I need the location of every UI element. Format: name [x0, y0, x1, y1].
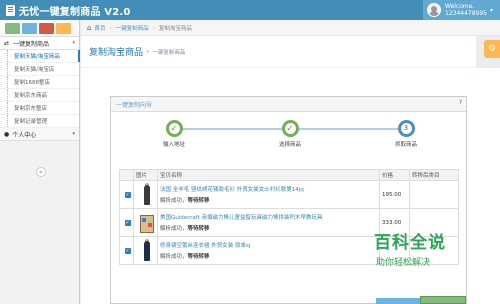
document-icon [6, 5, 15, 16]
sidebar-group-label: 个人中心 [12, 131, 37, 139]
user-icon: ● [4, 130, 10, 138]
table-header-row: 图片 宝贝名称 价格 转移后类目 [119, 169, 459, 181]
col-name: 宝贝名称 [157, 169, 380, 181]
home-icon: ⌂ [87, 23, 92, 32]
sidebar-item-copy-records[interactable]: 复制记录管理 [0, 115, 79, 128]
product-price: 195.00 [379, 180, 410, 209]
step-number: 3 [397, 120, 415, 137]
shortcut-users-button[interactable] [39, 22, 54, 34]
top-navbar: 无忧一键复制商品 V2.0 Welcome, 12344478995 ▾ [0, 0, 500, 20]
shuffle-icon: ⇄ [4, 39, 10, 47]
breadcrumb-current: 复制淘宝商品 [158, 25, 192, 32]
settings-gear-icon[interactable]: ⚙ [484, 40, 500, 58]
shortcut-chart-button[interactable] [5, 22, 20, 34]
col-price: 价格 [379, 169, 410, 181]
watermark: 百科全说 助你轻松解决 [374, 228, 494, 278]
product-category [409, 180, 459, 209]
user-name: 12344478995 [445, 10, 487, 17]
step-label: 抓取商品 [394, 142, 417, 148]
row-checkbox[interactable]: ✓ [124, 219, 131, 226]
wizard-header: 一键复制向导 ? [111, 97, 466, 112]
product-name-link[interactable]: 法国 全羊毛 竖纹绣花镂款毛衫 外贸女装女士衬衫款第14jq [160, 185, 379, 193]
col-check [119, 169, 134, 181]
previous-button[interactable] [376, 298, 420, 304]
step-select-items: ✓ 选择商品 [260, 120, 320, 148]
product-name-link[interactable]: 修身镂空蕾丝连衣裙 外贸女装 原单sj [160, 241, 379, 249]
sidebar: ⇄ 一键复制商品 ▾ 复制天猫/淘宝商品 复制天猫/淘宝店 复制1688整店 复… [0, 20, 80, 304]
parse-status: 解析成功，等待转移 [160, 226, 210, 232]
watermark-subtitle: 助你轻松解决 [376, 258, 431, 268]
page-subtitle-icon: » [146, 48, 150, 55]
breadcrumb: ⌂ 首页 › 一键复制商品 › 复制淘宝商品 [81, 20, 500, 36]
user-info: Welcome, 12344478995 [445, 3, 487, 17]
app-title: 无忧一键复制商品 V2.0 [19, 7, 131, 18]
breadcrumb-level1-link[interactable]: 一键复制商品 [116, 24, 149, 32]
sidebar-item-copy-tmall-item[interactable]: 复制天猫/淘宝商品 [0, 50, 80, 63]
table-row: ✓ 法国 全羊毛 竖纹绣花镂款毛衫 外贸女装女士衬衫款第14jq 解析成功，等待… [119, 180, 459, 209]
chevron-down-icon: ▾ [72, 131, 75, 137]
page-subtitle: 一键复制商品 [152, 49, 186, 56]
chevron-down-icon: ▾ [72, 40, 75, 46]
sidebar-group-label: 一键复制商品 [13, 40, 50, 48]
col-image: 图片 [133, 169, 158, 181]
wizard-title: 一键复制向导 [116, 101, 153, 109]
welcome-text: Welcome, [445, 3, 475, 10]
product-name-link[interactable]: 美国Guidecraft 亲撰磁力棒儿童益智玩具磁力棒拼装积木早教玩具 [160, 213, 379, 221]
check-icon: ✓ [165, 120, 183, 137]
wizard-steps: ✓ 输入地址 ✓ 选择商品 3 抓取商品 [111, 112, 466, 152]
step-label: 选择商品 [278, 142, 301, 148]
caret-down-icon: ▾ [490, 6, 494, 14]
sidebar-item-copy-jd-item[interactable]: 复制京东商品 [0, 89, 79, 102]
row-checkbox[interactable]: ✓ [124, 247, 131, 254]
brand[interactable]: 无忧一键复制商品 V2.0 [6, 3, 131, 18]
sidebar-item-copy-jd-store[interactable]: 复制京东整店 [0, 102, 79, 115]
avatar [427, 3, 441, 17]
page-title: 复制淘宝商品 [89, 48, 144, 58]
product-thumbnail [138, 182, 156, 207]
shortcut-pencil-button[interactable] [22, 22, 37, 34]
next-button[interactable] [420, 296, 466, 304]
user-menu[interactable]: Welcome, 12344478995 ▾ [423, 0, 500, 20]
step-label: 输入地址 [162, 142, 185, 148]
sidebar-item-copy-tmall-store[interactable]: 复制天猫/淘宝店 [0, 63, 79, 76]
breadcrumb-separator: › [152, 24, 155, 31]
sidebar-group-personal[interactable]: ● 个人中心 ▾ [0, 128, 79, 141]
help-icon[interactable]: ? [459, 100, 462, 106]
watermark-title: 百科全说 [374, 233, 446, 253]
product-thumbnail [138, 211, 156, 235]
breadcrumb-home-link[interactable]: 首页 [94, 24, 105, 32]
step-input-address: ✓ 输入地址 [144, 120, 204, 148]
sidebar-group-copy[interactable]: ⇄ 一键复制商品 ▾ [0, 37, 79, 50]
sidebar-submenu: 复制天猫/淘宝商品 复制天猫/淘宝店 复制1688整店 复制京东商品 复制京东整… [0, 50, 80, 128]
shortcut-cogs-button[interactable] [56, 22, 71, 34]
sidebar-collapse-icon[interactable]: « [36, 167, 46, 177]
row-checkbox[interactable]: ✓ [124, 191, 131, 198]
parse-status: 解析成功，等待转移 [160, 198, 210, 204]
step-fetch-items: 3 抓取商品 [376, 120, 436, 148]
sidebar-item-copy-1688-store[interactable]: 复制1688整店 [0, 76, 79, 89]
sidebar-shortcuts [0, 20, 79, 37]
page-header: 复制淘宝商品 » 一键复制商品 [81, 36, 476, 68]
check-icon: ✓ [281, 120, 299, 137]
parse-status: 解析成功，等待转移 [160, 254, 210, 260]
col-category: 转移后类目 [409, 169, 459, 181]
breadcrumb-separator: › [109, 24, 112, 31]
product-thumbnail [138, 238, 156, 263]
